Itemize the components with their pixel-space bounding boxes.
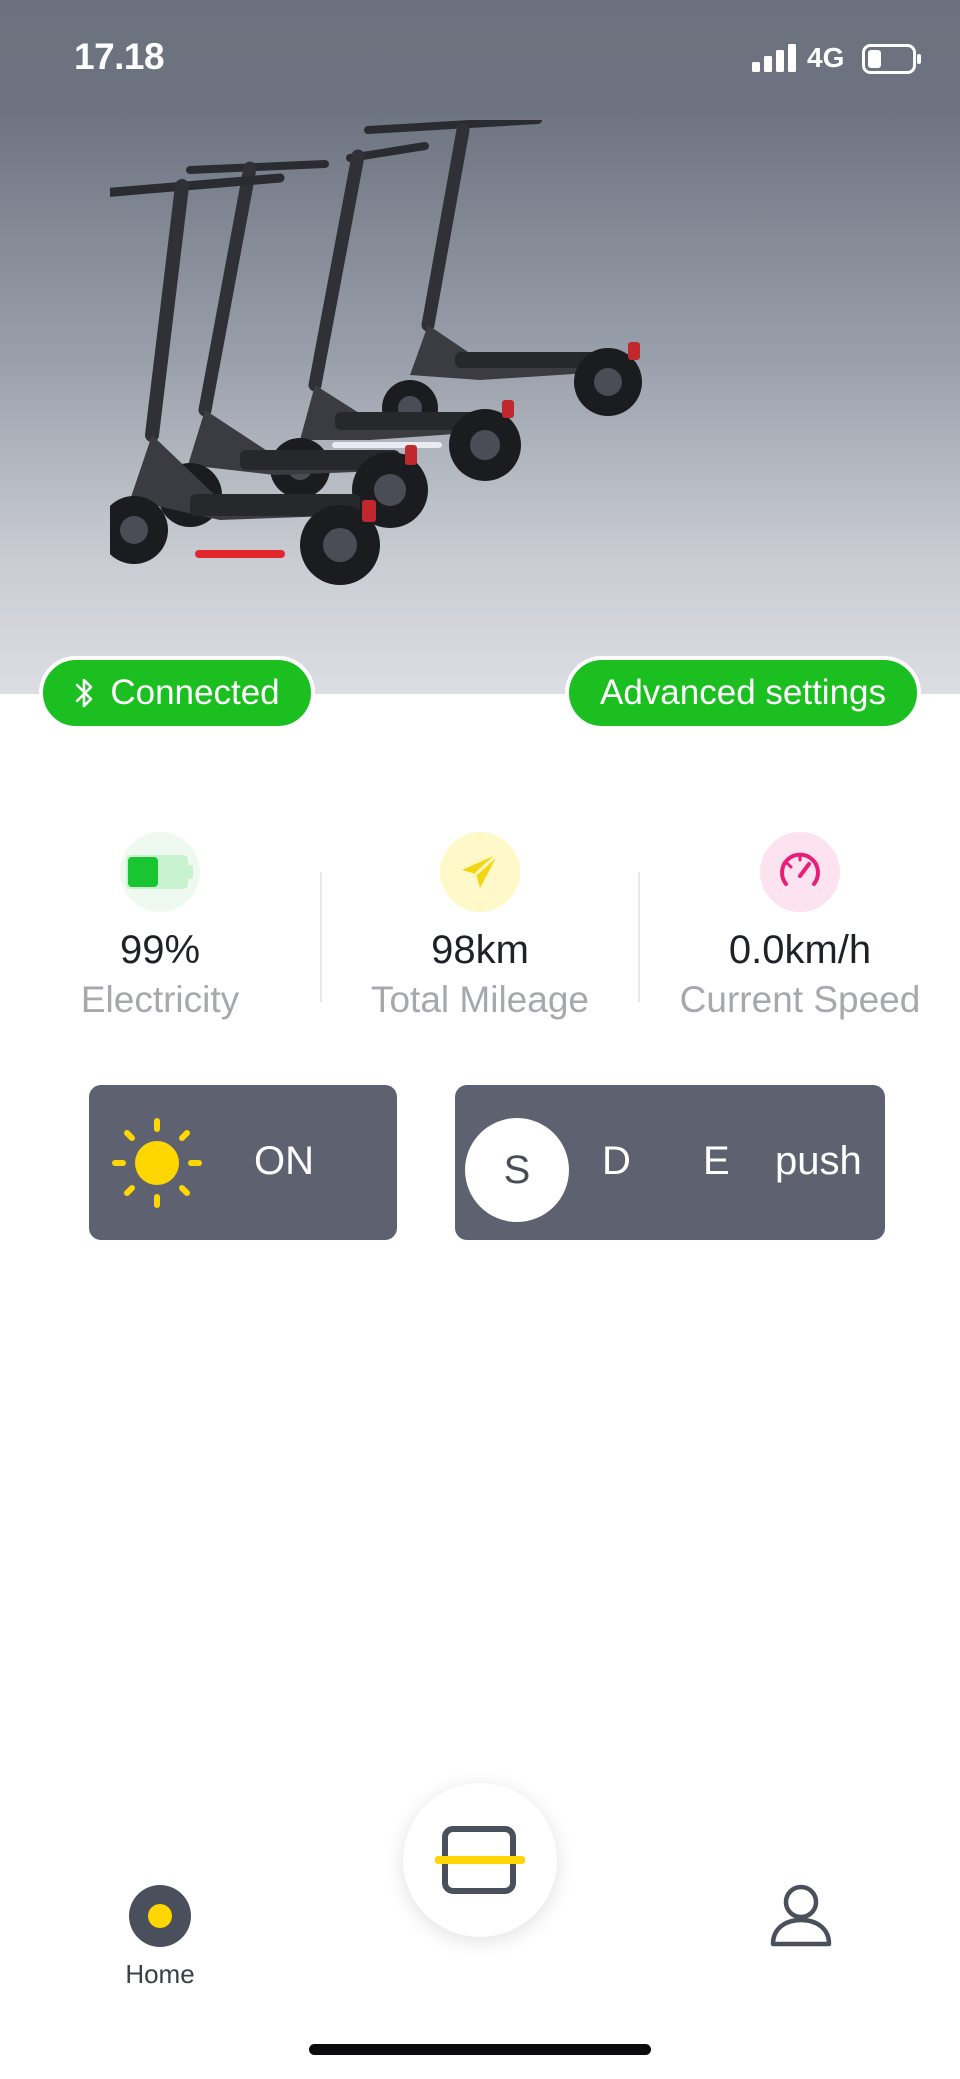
battery-low-icon <box>862 44 921 74</box>
mode-s-option[interactable]: S <box>465 1118 569 1222</box>
speedometer-icon <box>760 832 840 912</box>
light-toggle[interactable]: ON <box>89 1085 397 1240</box>
sun-icon <box>112 1118 202 1208</box>
current-speed-label: Current Speed <box>679 979 921 1020</box>
hero-banner: 17.18 4G <box>0 0 960 694</box>
connection-status-label: Connected <box>110 673 280 712</box>
user-profile-icon[interactable] <box>768 1882 834 1948</box>
nav-home[interactable]: Home <box>110 1885 210 1990</box>
total-mileage-label: Total Mileage <box>370 979 589 1020</box>
scan-button[interactable] <box>403 1783 557 1937</box>
home-indicator <box>309 2044 651 2055</box>
advanced-settings-label: Advanced settings <box>599 673 886 712</box>
bluetooth-icon <box>76 678 93 708</box>
connection-status-button[interactable]: Connected <box>39 656 315 730</box>
mode-push-option[interactable]: push <box>775 1139 862 1184</box>
status-time: 17.18 <box>74 36 165 77</box>
total-mileage-value: 98km <box>431 928 529 972</box>
stat-current-speed: 0.0km/h Current Speed <box>640 832 960 1021</box>
home-dot-icon <box>129 1885 191 1947</box>
paper-plane-icon <box>440 832 520 912</box>
advanced-settings-button[interactable]: Advanced settings <box>565 656 921 730</box>
nav-home-label: Home <box>125 1959 195 1989</box>
mode-e-option[interactable]: E <box>703 1139 730 1184</box>
ride-mode-selector: S D E push <box>455 1085 885 1240</box>
battery-icon <box>120 832 200 912</box>
network-type: 4G <box>807 42 845 73</box>
current-speed-value: 0.0km/h <box>728 928 872 972</box>
mode-d-option[interactable]: D <box>602 1139 631 1184</box>
scooter-illustration <box>110 120 642 585</box>
stat-total-mileage: 98km Total Mileage <box>320 832 640 1021</box>
cellular-signal-icon <box>752 44 796 72</box>
stat-electricity: 99% Electricity <box>0 832 320 1021</box>
status-bar: 17.18 4G <box>0 0 960 118</box>
scan-icon <box>435 1826 525 1894</box>
electricity-value: 99% <box>119 928 201 972</box>
electricity-label: Electricity <box>80 979 240 1020</box>
light-state-label: ON <box>254 1139 314 1183</box>
